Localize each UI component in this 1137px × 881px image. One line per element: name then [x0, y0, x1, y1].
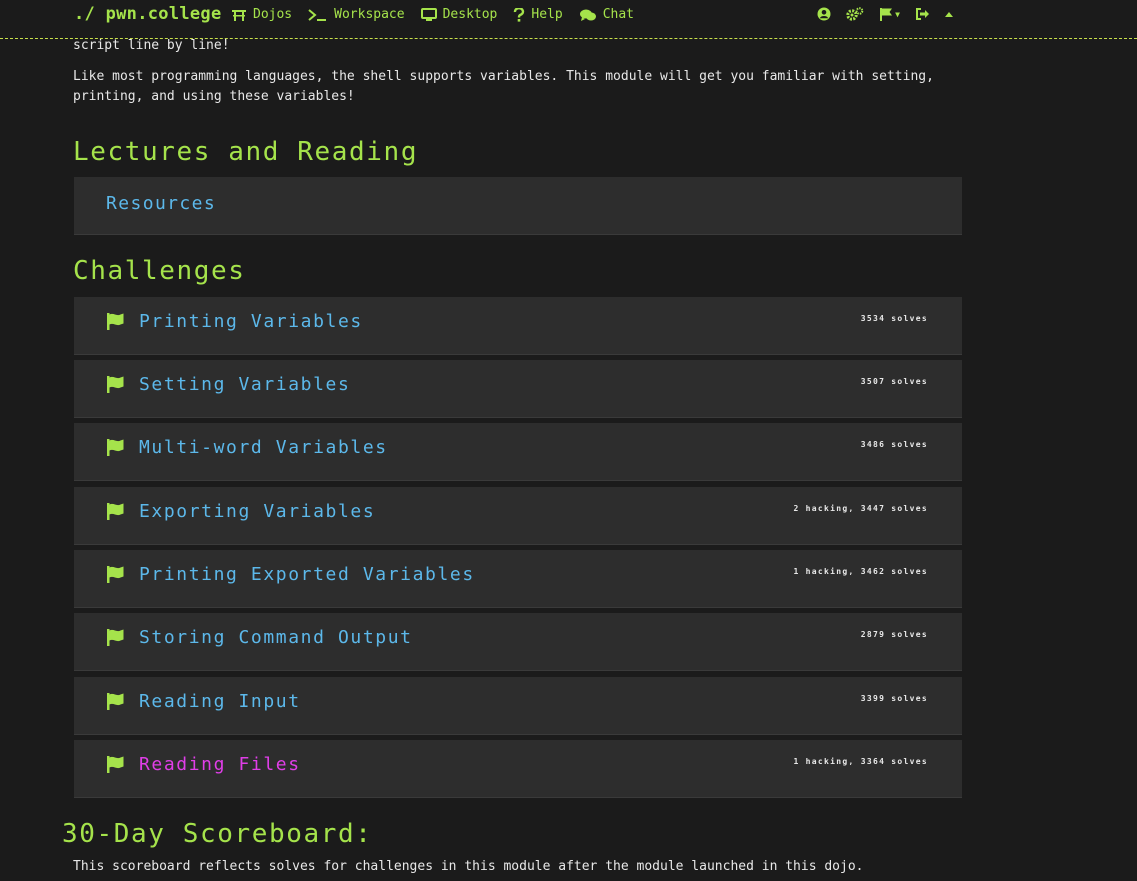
intro-paragraph: Like most programming languages, the she…: [73, 69, 934, 104]
main-nav: Dojos Workspace Desktop Help Chat: [231, 7, 650, 22]
flag-icon: [107, 566, 124, 583]
flag-icon: [107, 693, 124, 710]
challenge-title: Multi-word Variables: [139, 437, 388, 458]
challenge-title: Storing Command Output: [139, 627, 413, 648]
challenge-title: Printing Exported Variables: [139, 564, 475, 585]
flag-icon: [107, 439, 124, 456]
challenge-card[interactable]: Reading Input 3399 solves: [74, 677, 962, 735]
chat-icon: [579, 9, 596, 21]
collapse-up-icon[interactable]: [944, 10, 954, 18]
challenge-title: Exporting Variables: [139, 501, 376, 522]
challenges-heading: Challenges: [73, 256, 246, 286]
flag-icon: [107, 756, 124, 773]
challenge-stats: 3507 solves: [860, 377, 928, 386]
challenge-card[interactable]: Setting Variables 3507 solves: [74, 360, 962, 418]
scoreboard-description: This scoreboard reflects solves for chal…: [73, 859, 864, 874]
chevron-down-icon: ▼: [895, 9, 900, 19]
nav-right-icons: ▼: [802, 7, 954, 21]
challenge-title: Printing Variables: [139, 311, 363, 332]
nav-dojos[interactable]: Dojos: [231, 7, 292, 22]
challenge-card[interactable]: Multi-word Variables 3486 solves: [74, 423, 962, 481]
flag-icon: [107, 376, 124, 393]
challenge-title: Reading Files: [139, 754, 301, 775]
challenge-stats: 1 hacking, 3462 solves: [793, 567, 928, 576]
challenge-stats: 2879 solves: [860, 630, 928, 639]
challenge-card[interactable]: Printing Exported Variables 1 hacking, 3…: [74, 550, 962, 608]
challenge-stats: 1 hacking, 3364 solves: [793, 757, 928, 766]
flag-dropdown[interactable]: ▼: [879, 7, 900, 21]
challenge-card-active[interactable]: Reading Files 1 hacking, 3364 solves: [74, 740, 962, 798]
question-icon: [514, 7, 525, 22]
nav-help[interactable]: Help: [513, 7, 563, 22]
resources-card[interactable]: Resources: [74, 177, 962, 235]
lectures-heading: Lectures and Reading: [73, 137, 419, 167]
challenge-stats: 3534 solves: [860, 314, 928, 323]
flag-icon: [107, 503, 124, 520]
user-icon[interactable]: [817, 7, 831, 21]
nav-chat-label: Chat: [602, 7, 635, 22]
challenge-stats: 2 hacking, 3447 solves: [793, 504, 928, 513]
challenge-title: Setting Variables: [139, 374, 351, 395]
flag-icon: [880, 8, 893, 21]
nav-desktop-label: Desktop: [442, 7, 498, 22]
challenge-card[interactable]: Printing Variables 3534 solves: [74, 297, 962, 355]
scoreboard-heading: 30-Day Scoreboard:: [62, 819, 373, 849]
nav-help-label: Help: [531, 7, 563, 22]
nav-desktop[interactable]: Desktop: [420, 7, 498, 22]
monitor-icon: [420, 7, 437, 21]
flag-icon: [107, 629, 124, 646]
logout-icon[interactable]: [915, 7, 929, 21]
dojo-icon: [232, 9, 246, 21]
terminal-icon: [308, 8, 327, 21]
top-navbar: ./ pwn.college Dojos Workspace Desktop H…: [0, 0, 1137, 39]
challenge-title: Reading Input: [139, 691, 301, 712]
resources-label: Resources: [106, 193, 217, 214]
nav-workspace[interactable]: Workspace: [308, 7, 405, 22]
nav-workspace-label: Workspace: [334, 7, 405, 22]
settings-icon[interactable]: [846, 7, 864, 21]
challenge-card[interactable]: Exporting Variables 2 hacking, 3447 solv…: [74, 487, 962, 545]
intro-top-line: script line by line!: [73, 38, 230, 53]
challenge-card[interactable]: Storing Command Output 2879 solves: [74, 613, 962, 671]
flag-icon: [107, 313, 124, 330]
challenge-stats: 3399 solves: [860, 694, 928, 703]
challenge-stats: 3486 solves: [860, 440, 928, 449]
nav-chat[interactable]: Chat: [579, 7, 634, 22]
brand-logo[interactable]: ./ pwn.college: [74, 4, 222, 24]
nav-dojos-label: Dojos: [253, 7, 293, 22]
